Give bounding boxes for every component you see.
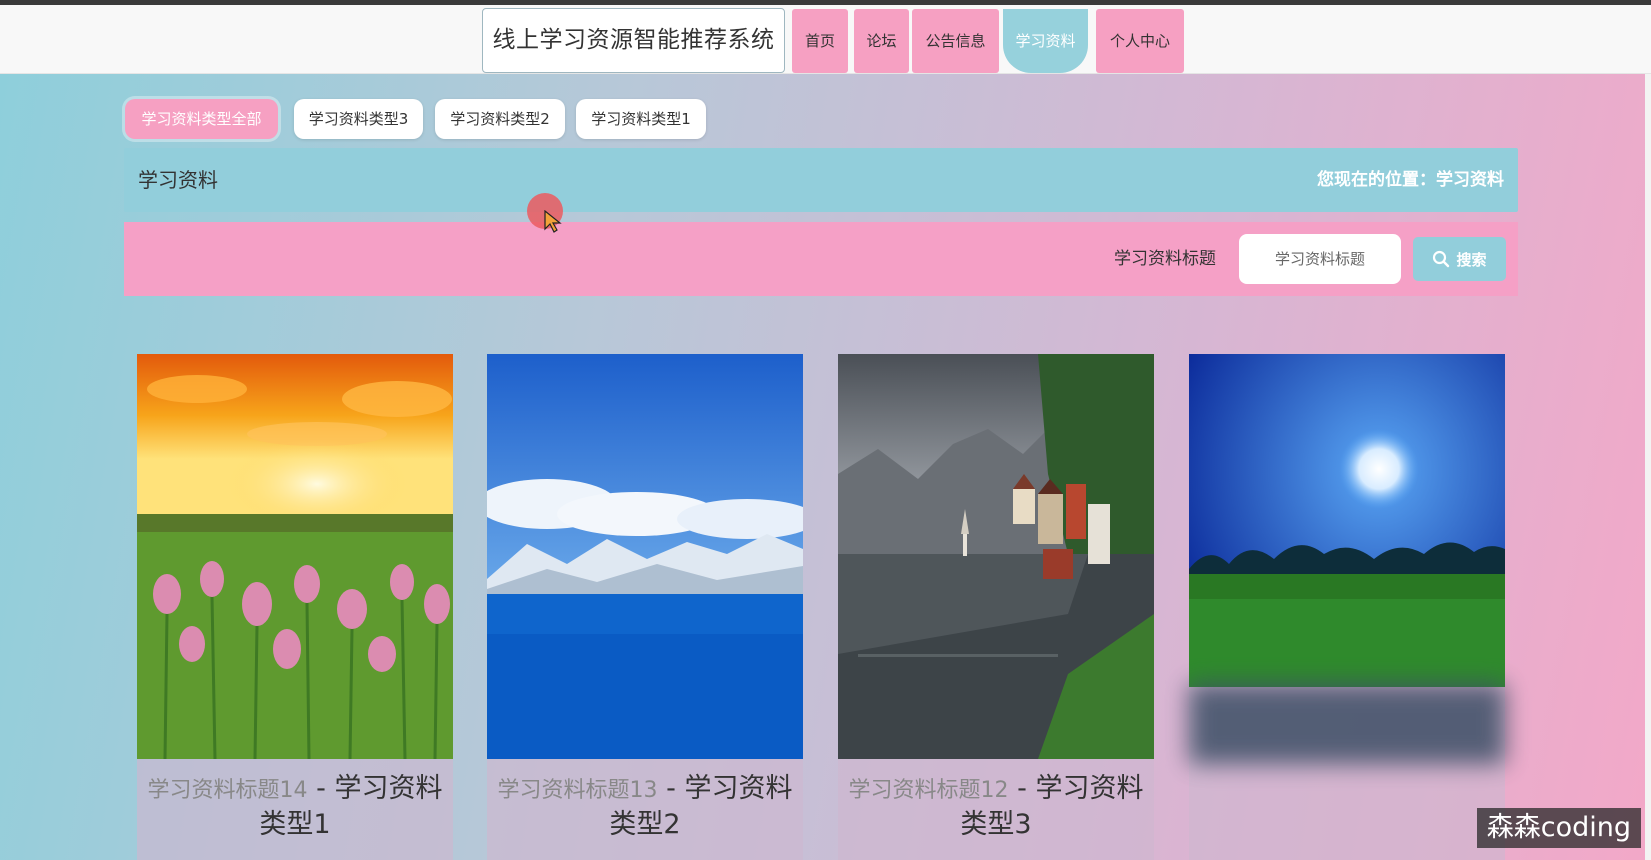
resource-card-title: 学习资料标题13 - 学习资料类型2 bbox=[497, 772, 793, 842]
top-navigation-bar: 线上学习资源智能推荐系统 首页 论坛 公告信息 学习资料 个人中心 bbox=[0, 5, 1651, 74]
nav-item-personal-center[interactable]: 个人中心 bbox=[1096, 9, 1184, 73]
breadcrumb: 学习资料 您现在的位置：学习资料 bbox=[124, 148, 1518, 212]
resource-title: 学习资料标题13 bbox=[497, 778, 658, 803]
site-title: 线上学习资源智能推荐系统 bbox=[482, 8, 785, 73]
breadcrumb-location: 您现在的位置：学习资料 bbox=[1317, 170, 1504, 190]
resource-separator: - bbox=[307, 773, 335, 804]
resource-title: 学习资料标题14 bbox=[147, 778, 308, 803]
resource-title: 学习资料标题12 bbox=[848, 778, 1009, 803]
search-button-label: 搜索 bbox=[1456, 250, 1487, 269]
nav-item-home[interactable]: 首页 bbox=[792, 9, 848, 73]
mouse-cursor-highlight bbox=[527, 193, 563, 233]
resource-card-title: 学习资料标题14 - 学习资料类型1 bbox=[147, 772, 443, 842]
resource-card-title: 学习资料标题12 - 学习资料类型3 bbox=[848, 772, 1144, 842]
filter-chip-type-1[interactable]: 学习资料类型1 bbox=[576, 99, 706, 139]
main-content: 学习资料类型全部 学习资料类型3 学习资料类型2 学习资料类型1 学习资料 您现… bbox=[0, 74, 1651, 860]
nav-item-forum[interactable]: 论坛 bbox=[854, 9, 909, 73]
resource-separator: - bbox=[657, 773, 685, 804]
resource-card[interactable]: 学习资料标题12 - 学习资料类型3 bbox=[838, 354, 1154, 860]
resource-card[interactable] bbox=[1189, 354, 1505, 860]
resource-card[interactable]: 学习资料标题14 - 学习资料类型1 bbox=[137, 354, 453, 860]
blur-overlay bbox=[1189, 684, 1505, 764]
resource-separator: - bbox=[1008, 773, 1036, 804]
pointer-arrow-icon bbox=[544, 210, 562, 233]
filter-chip-all-types[interactable]: 学习资料类型全部 bbox=[125, 99, 278, 139]
filter-chip-type-3[interactable]: 学习资料类型3 bbox=[294, 99, 423, 139]
nav-item-announcements[interactable]: 公告信息 bbox=[912, 9, 999, 73]
resource-image-snowy-mountain-lake bbox=[487, 354, 803, 759]
page-scrollbar[interactable] bbox=[1645, 74, 1651, 860]
watermark: 森森coding bbox=[1476, 808, 1641, 848]
search-label: 学习资料标题 bbox=[1114, 249, 1216, 269]
resource-image-sunset-flower-field bbox=[137, 354, 453, 759]
search-icon bbox=[1433, 250, 1450, 268]
search-bar: 学习资料标题 搜索 bbox=[124, 222, 1518, 296]
resource-card[interactable]: 学习资料标题13 - 学习资料类型2 bbox=[487, 354, 803, 860]
search-button[interactable]: 搜索 bbox=[1413, 237, 1506, 281]
page-title: 学习资料 bbox=[138, 168, 218, 192]
resource-image-moonlit-meadow bbox=[1189, 354, 1505, 687]
resource-image-lakeside-village bbox=[838, 354, 1154, 759]
search-input[interactable] bbox=[1239, 234, 1401, 284]
nav-item-study-materials[interactable]: 学习资料 bbox=[1003, 9, 1088, 73]
filter-chip-type-2[interactable]: 学习资料类型2 bbox=[435, 99, 565, 139]
